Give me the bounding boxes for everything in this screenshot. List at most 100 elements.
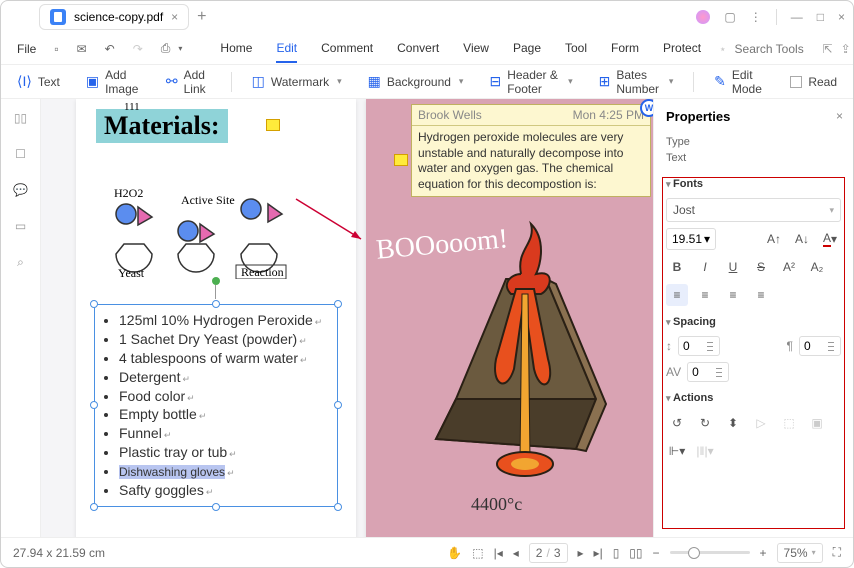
rotate-right-icon[interactable]: ↻	[694, 412, 716, 434]
read-toggle[interactable]: Read	[784, 71, 843, 93]
edit-mode-tool[interactable]: ✎Edit Mode	[708, 64, 770, 100]
rotate-handle[interactable]	[212, 277, 220, 285]
list-item[interactable]: Dishwashing gloves	[119, 462, 331, 481]
list-item[interactable]: Safty goggles	[119, 481, 331, 500]
flip-v-icon[interactable]: ▷	[750, 412, 772, 434]
bold-icon[interactable]: B	[666, 256, 688, 278]
list-item[interactable]: Plastic tray or tub	[119, 443, 331, 462]
save-icon[interactable]: ▫	[54, 42, 58, 56]
bookmark-icon[interactable]: ☐	[12, 145, 30, 163]
attachments-icon[interactable]: ▭	[12, 217, 30, 235]
text-tool[interactable]: ⟨I⟩Text	[11, 69, 66, 94]
watermark-tool[interactable]: ◫Watermark▾	[246, 69, 348, 94]
search-input[interactable]	[735, 42, 815, 56]
distribute-icon[interactable]: |‖|▾	[694, 440, 716, 462]
hand-tool-icon[interactable]: ✋	[447, 546, 462, 560]
subscript-icon[interactable]: A₂	[806, 256, 828, 278]
resize-handle[interactable]	[334, 401, 342, 409]
align-right-icon[interactable]: ≡	[722, 284, 744, 306]
font-color-icon[interactable]: A▾	[819, 228, 841, 250]
mail-icon[interactable]: ✉	[77, 42, 87, 56]
next-page-icon[interactable]: ▸	[578, 546, 584, 560]
list-item[interactable]: Detergent	[119, 368, 331, 387]
spacing-section[interactable]: Spacing	[666, 316, 841, 328]
list-item[interactable]: 125ml 10% Hydrogen Peroxide	[119, 311, 331, 330]
search-tools[interactable]: ⋆ ⇱ ⇪ ˄	[719, 42, 854, 56]
select-tool-icon[interactable]: ⬚	[472, 546, 483, 560]
file-menu[interactable]: File	[17, 42, 36, 56]
font-size-input[interactable]: 19.51▾	[666, 228, 716, 250]
undo-icon[interactable]: ↶	[105, 42, 115, 56]
tab-comment[interactable]: Comment	[321, 35, 373, 63]
prev-page-icon[interactable]: ◂	[513, 546, 519, 560]
crop-icon[interactable]: ⬚	[778, 412, 800, 434]
resize-handle[interactable]	[212, 300, 220, 308]
add-image-tool[interactable]: ▣Add Image	[80, 64, 146, 100]
resize-handle[interactable]	[334, 300, 342, 308]
header-footer-tool[interactable]: ⊟Header & Footer▾	[483, 64, 578, 100]
minimize-icon[interactable]: —	[791, 10, 803, 24]
materials-list[interactable]: 125ml 10% Hydrogen Peroxide 1 Sachet Dry…	[94, 304, 338, 507]
thumbnails-icon[interactable]: ▯▯	[12, 109, 30, 127]
fit-page-icon[interactable]: ⛶	[833, 545, 841, 560]
resize-handle[interactable]	[212, 503, 220, 511]
open-external-icon[interactable]: ⇱	[823, 42, 833, 56]
resize-handle[interactable]	[334, 503, 342, 511]
zoom-slider[interactable]	[670, 551, 750, 554]
tab-page[interactable]: Page	[513, 35, 541, 63]
resize-handle[interactable]	[90, 401, 98, 409]
resize-handle[interactable]	[90, 503, 98, 511]
flip-h-icon[interactable]: ⬍	[722, 412, 744, 434]
comment-popup[interactable]: W Brook WellsMon 4:25 PM Hydrogen peroxi…	[411, 104, 651, 197]
comment-panel-icon[interactable]: 💬	[12, 181, 30, 199]
search-panel-icon[interactable]: ⌕	[12, 253, 30, 271]
list-item[interactable]: Food color	[119, 387, 331, 406]
list-item[interactable]: 4 tablespoons of warm water	[119, 349, 331, 368]
page-number-input[interactable]: 2/3	[529, 543, 568, 563]
last-page-icon[interactable]: ▸|	[594, 546, 603, 560]
superscript-icon[interactable]: A²	[778, 256, 800, 278]
tab-form[interactable]: Form	[611, 35, 639, 63]
avatar-icon[interactable]	[696, 10, 710, 24]
print-caret[interactable]: ▾	[178, 44, 182, 53]
share-icon[interactable]: ⇪	[841, 42, 851, 56]
tab-tool[interactable]: Tool	[565, 35, 587, 63]
align-center-icon[interactable]: ≡	[694, 284, 716, 306]
replace-icon[interactable]: ▣	[806, 412, 828, 434]
align-objects-icon[interactable]: ⊩▾	[666, 440, 688, 462]
close-panel-icon[interactable]: ×	[836, 109, 843, 123]
first-page-icon[interactable]: |◂	[494, 546, 503, 560]
list-item[interactable]: 1 Sachet Dry Yeast (powder)	[119, 330, 331, 349]
spacing-input-2[interactable]: 0	[799, 336, 841, 356]
list-item[interactable]: Empty bottle	[119, 405, 331, 424]
tab-edit[interactable]: Edit	[276, 35, 297, 63]
print-icon[interactable]: ⎙	[161, 41, 171, 56]
strikethrough-icon[interactable]: S	[750, 256, 772, 278]
tab-protect[interactable]: Protect	[663, 35, 701, 63]
align-left-icon[interactable]: ≡	[666, 284, 688, 306]
redo-icon[interactable]: ↷	[133, 42, 143, 56]
background-tool[interactable]: ▦Background▾	[362, 69, 470, 94]
decrease-size-icon[interactable]: A↓	[791, 228, 813, 250]
rotate-left-icon[interactable]: ↺	[666, 412, 688, 434]
kebab-icon[interactable]: ⋮	[750, 10, 762, 24]
zoom-in-icon[interactable]: +	[760, 546, 767, 560]
tab-view[interactable]: View	[463, 35, 489, 63]
zoom-dropdown[interactable]: 75%▾	[777, 543, 823, 563]
fonts-section[interactable]: Fonts	[666, 178, 841, 190]
tab-convert[interactable]: Convert	[397, 35, 439, 63]
document-tab[interactable]: science-copy.pdf ×	[39, 4, 189, 30]
continuous-page-icon[interactable]: ▯▯	[629, 546, 642, 560]
window-icon[interactable]: ▢	[724, 10, 735, 24]
resize-handle[interactable]	[90, 300, 98, 308]
add-link-tool[interactable]: ⚯Add Link	[160, 64, 217, 100]
close-icon[interactable]: ×	[838, 10, 845, 24]
tab-close-icon[interactable]: ×	[171, 10, 178, 24]
italic-icon[interactable]: I	[694, 256, 716, 278]
spacing-input-3[interactable]: 0	[687, 362, 729, 382]
increase-size-icon[interactable]: A↑	[763, 228, 785, 250]
sticky-note-icon[interactable]	[394, 154, 408, 166]
zoom-out-icon[interactable]: −	[653, 546, 660, 560]
actions-section[interactable]: Actions	[666, 392, 841, 404]
sticky-note-icon[interactable]	[266, 119, 280, 131]
